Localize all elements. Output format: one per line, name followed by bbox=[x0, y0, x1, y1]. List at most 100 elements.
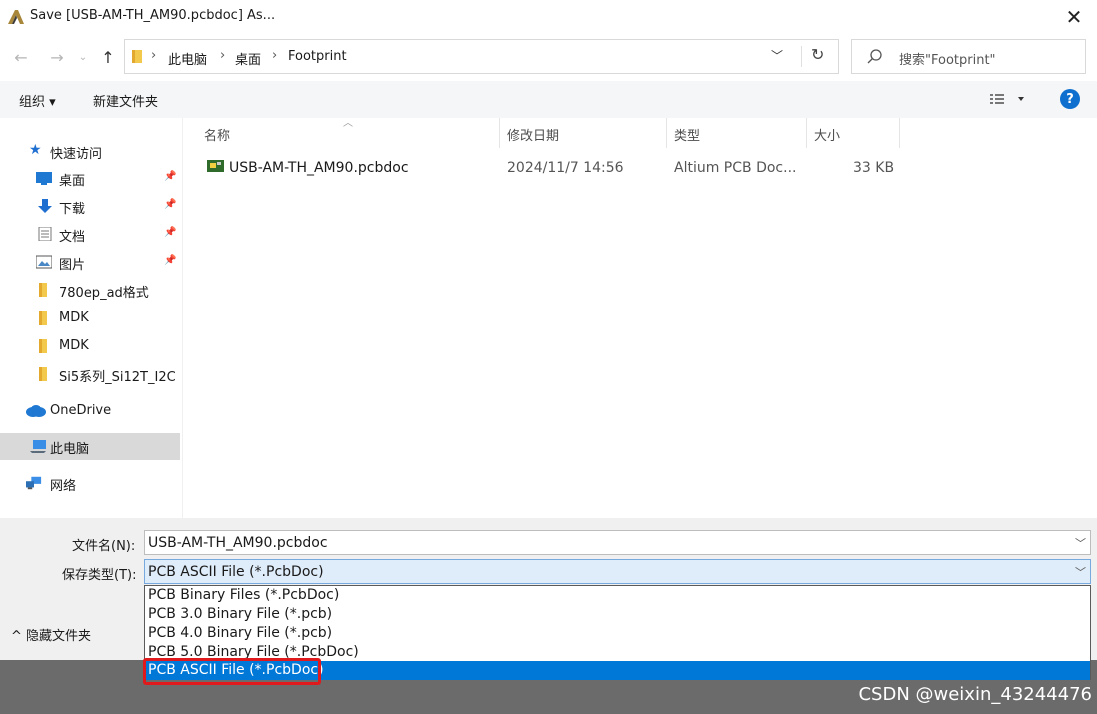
toolbar: 组织 ▾ 新建文件夹 ? bbox=[0, 81, 1097, 118]
save-as-dialog: Save [USB-AM-TH_AM90.pcbdoc] As... ✕ ← →… bbox=[0, 0, 1097, 660]
nav-label: Si5系列_Si12T_I2C bbox=[59, 370, 176, 385]
column-divider[interactable] bbox=[666, 118, 667, 148]
nav-folder-si5[interactable]: Si5系列_Si12T_I2C bbox=[0, 361, 180, 388]
column-header-name[interactable]: 名称 bbox=[204, 125, 230, 144]
file-type: Altium PCB Doc... bbox=[674, 160, 797, 176]
organize-button[interactable]: 组织 ▾ bbox=[19, 91, 56, 110]
file-name: USB-AM-TH_AM90.pcbdoc bbox=[229, 160, 409, 176]
sort-ascending-icon: ︿ bbox=[343, 118, 353, 129]
column-divider[interactable] bbox=[806, 118, 807, 148]
arrow-up-icon: ↑ bbox=[101, 47, 115, 67]
computer-icon bbox=[30, 440, 46, 453]
help-icon: ? bbox=[1066, 91, 1074, 107]
new-folder-button[interactable]: 新建文件夹 bbox=[93, 91, 158, 110]
cloud-icon bbox=[26, 405, 46, 417]
folder-icon bbox=[132, 50, 142, 63]
column-divider[interactable] bbox=[899, 118, 900, 148]
desktop-icon bbox=[36, 172, 52, 185]
network-icon bbox=[26, 476, 42, 490]
nav-onedrive[interactable]: OneDrive bbox=[0, 398, 180, 425]
nav-quick-access[interactable]: ★ 快速访问 bbox=[0, 138, 180, 165]
nav-folder-mdk-2[interactable]: MDK bbox=[0, 333, 180, 360]
chevron-down-icon[interactable]: ﹀ bbox=[1075, 564, 1086, 580]
save-type-value: PCB ASCII File (*.PcbDoc) bbox=[148, 564, 324, 580]
hide-folders-toggle[interactable]: ^ 隐藏文件夹 bbox=[11, 625, 91, 644]
pin-icon[interactable]: 📌 bbox=[164, 227, 176, 238]
refresh-icon[interactable]: ↻ bbox=[811, 45, 824, 64]
annotation-highlight-box bbox=[143, 658, 321, 685]
address-bar[interactable]: › 此电脑 › 桌面 › Footprint ﹀ ↻ bbox=[124, 39, 839, 74]
view-options-button[interactable] bbox=[988, 89, 1030, 109]
help-button[interactable]: ? bbox=[1060, 89, 1080, 109]
save-type-option[interactable]: PCB 3.0 Binary File (*.pcb) bbox=[145, 605, 1090, 624]
nav-label: MDK bbox=[59, 338, 89, 353]
nav-label: MDK bbox=[59, 310, 89, 325]
dialog-title: Save [USB-AM-TH_AM90.pcbdoc] As... bbox=[30, 8, 276, 23]
document-icon bbox=[38, 227, 52, 241]
address-divider bbox=[801, 46, 802, 67]
column-header-date[interactable]: 修改日期 bbox=[507, 125, 559, 144]
watermark: CSDN @weixin_43244476 bbox=[858, 684, 1092, 705]
nav-documents[interactable]: 文档 📌 bbox=[0, 221, 180, 248]
nav-desktop[interactable]: 桌面 📌 bbox=[0, 165, 180, 192]
save-type-select[interactable]: PCB ASCII File (*.PcbDoc) ﹀ bbox=[144, 559, 1091, 584]
column-header-type[interactable]: 类型 bbox=[674, 125, 700, 144]
nav-label: 此电脑 bbox=[50, 442, 90, 457]
pcb-file-icon bbox=[207, 160, 224, 172]
arrow-left-icon: ← bbox=[14, 47, 28, 67]
download-icon bbox=[38, 199, 52, 213]
pictures-icon bbox=[36, 255, 52, 269]
pin-icon[interactable]: 📌 bbox=[164, 255, 176, 266]
pin-icon[interactable]: 📌 bbox=[164, 199, 176, 210]
search-input[interactable]: 搜索"Footprint" bbox=[851, 39, 1086, 74]
close-button[interactable]: ✕ bbox=[1051, 0, 1097, 34]
save-type-label: 保存类型(T): bbox=[62, 568, 137, 583]
column-divider[interactable] bbox=[499, 118, 500, 148]
save-type-option[interactable]: PCB Binary Files (*.PcbDoc) bbox=[145, 586, 1090, 605]
up-button[interactable]: ↑ bbox=[98, 44, 118, 70]
address-dropdown-button[interactable]: ﹀ bbox=[771, 47, 783, 64]
nav-label: 快速访问 bbox=[50, 147, 103, 162]
chevron-up-icon: ^ bbox=[11, 629, 22, 644]
column-header-size[interactable]: 大小 bbox=[814, 125, 840, 144]
save-type-option[interactable]: PCB 4.0 Binary File (*.pcb) bbox=[145, 624, 1090, 643]
forward-button[interactable]: → bbox=[46, 44, 68, 70]
nav-network[interactable]: 网络 bbox=[0, 470, 180, 497]
file-row[interactable]: USB-AM-TH_AM90.pcbdoc 2024/11/7 14:56 Al… bbox=[200, 153, 900, 181]
breadcrumb-footprint[interactable]: Footprint bbox=[288, 49, 347, 64]
recent-locations-button[interactable]: ⌄ bbox=[76, 44, 90, 70]
file-size: 33 KB bbox=[853, 160, 895, 176]
nav-downloads[interactable]: 下载 📌 bbox=[0, 193, 180, 220]
folder-icon bbox=[39, 339, 47, 353]
chevron-down-icon[interactable]: ﹀ bbox=[1075, 535, 1086, 551]
nav-label: 780ep_ad格式 bbox=[59, 286, 149, 301]
nav-label: OneDrive bbox=[50, 403, 112, 418]
breadcrumb-this-pc[interactable]: 此电脑 bbox=[168, 49, 207, 68]
chevron-down-icon bbox=[1018, 97, 1024, 101]
navigation-pane: ★ 快速访问 桌面 📌 下载 📌 文档 📌 图片 📌 780ep_ad格式 MD… bbox=[0, 118, 182, 518]
nav-label: 图片 bbox=[59, 258, 86, 273]
filename-field[interactable]: USB-AM-TH_AM90.pcbdoc ﹀ bbox=[144, 530, 1091, 555]
filename-value: USB-AM-TH_AM90.pcbdoc bbox=[148, 535, 328, 551]
star-icon: ★ bbox=[29, 142, 42, 158]
pin-icon[interactable]: 📌 bbox=[164, 171, 176, 182]
breadcrumb-desktop[interactable]: 桌面 bbox=[235, 49, 261, 68]
nav-label: 下载 bbox=[59, 202, 86, 217]
nav-folder-mdk[interactable]: MDK bbox=[0, 305, 180, 332]
view-list-icon bbox=[990, 94, 1004, 104]
breadcrumb-separator: › bbox=[220, 48, 226, 63]
file-date: 2024/11/7 14:56 bbox=[507, 160, 624, 176]
chevron-down-icon: ⌄ bbox=[78, 51, 88, 63]
search-icon bbox=[867, 49, 882, 64]
nav-pictures[interactable]: 图片 📌 bbox=[0, 249, 180, 276]
nav-label: 文档 bbox=[59, 230, 86, 245]
nav-label: 网络 bbox=[50, 479, 77, 494]
search-placeholder: 搜索"Footprint" bbox=[899, 53, 996, 68]
nav-this-pc[interactable]: 此电脑 bbox=[0, 433, 180, 460]
back-button[interactable]: ← bbox=[10, 44, 32, 70]
altium-app-icon bbox=[8, 10, 24, 24]
nav-folder-780ep[interactable]: 780ep_ad格式 bbox=[0, 277, 180, 304]
filename-label: 文件名(N): bbox=[72, 539, 136, 554]
folder-icon bbox=[39, 367, 47, 381]
navigation-pane-divider bbox=[182, 118, 183, 518]
